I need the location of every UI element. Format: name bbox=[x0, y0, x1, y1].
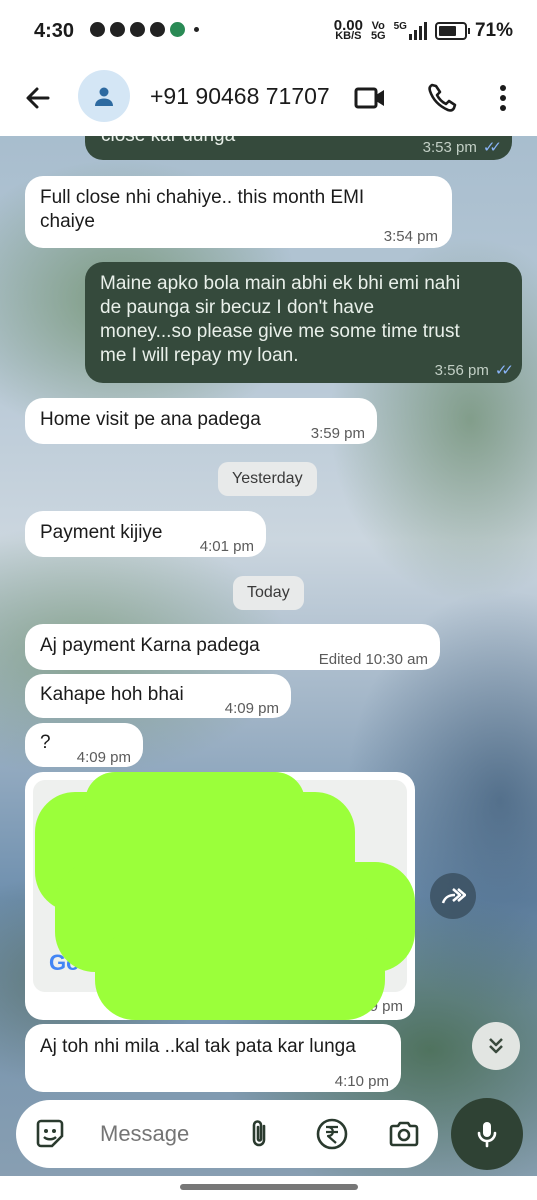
message-time: Edited 10:30 am bbox=[318, 651, 428, 668]
avatar[interactable] bbox=[78, 70, 130, 122]
message-time: 4:09 pm bbox=[224, 700, 279, 717]
message-time: 3:56 pm ✓✓ bbox=[434, 359, 514, 383]
video-camera-icon bbox=[354, 87, 384, 109]
message-incoming[interactable]: Kahape hoh bhai 4:09 pm bbox=[25, 674, 291, 718]
message-text: Aj toh nhi mila ..kal tak pata kar lunga bbox=[40, 1036, 356, 1057]
signal-icon bbox=[408, 22, 427, 40]
sticker-icon bbox=[36, 1119, 64, 1148]
voice-call-button[interactable] bbox=[424, 80, 460, 116]
message-text: Payment kijiye bbox=[40, 522, 163, 543]
whatsapp-icon bbox=[110, 22, 125, 37]
volte-5g-label: 5G bbox=[370, 30, 386, 42]
payment-button[interactable] bbox=[314, 1116, 350, 1152]
message-input[interactable] bbox=[98, 1120, 252, 1148]
home-gesture-handle[interactable] bbox=[180, 1184, 358, 1190]
attach-button[interactable] bbox=[242, 1116, 278, 1152]
battery-percent: 71% bbox=[474, 20, 513, 41]
double-chevron-down-icon bbox=[489, 1038, 503, 1054]
camera-icon bbox=[389, 1121, 419, 1147]
voice-message-button[interactable] bbox=[451, 1098, 523, 1170]
system-nav-bar bbox=[0, 1176, 537, 1200]
paperclip-icon bbox=[252, 1120, 266, 1147]
more-notifications-dot-icon bbox=[194, 27, 199, 32]
conversation-header: +91 90468 71707 bbox=[0, 62, 537, 136]
message-time: 4:09 pm bbox=[76, 749, 131, 766]
redaction-scribble bbox=[85, 772, 305, 832]
message-time: 3:54 pm bbox=[383, 228, 438, 245]
snapchat-icon bbox=[90, 22, 105, 37]
phone-icon bbox=[428, 83, 457, 112]
scroll-to-bottom-button[interactable] bbox=[472, 1022, 520, 1070]
camera-button[interactable] bbox=[386, 1116, 422, 1152]
message-text: Full close nhi chahiye.. this month EMI … bbox=[40, 187, 365, 232]
read-receipt-icon: ✓✓ bbox=[494, 362, 514, 379]
message-composer bbox=[16, 1100, 438, 1168]
message-incoming[interactable]: Aj payment Karna padega Edited 10:30 am bbox=[25, 624, 440, 670]
person-icon bbox=[95, 87, 113, 106]
network-type: 5G bbox=[393, 21, 407, 32]
network-speed: 0.00 KB/S bbox=[334, 18, 363, 42]
app-notification-icon bbox=[150, 22, 165, 37]
date-divider: Today bbox=[233, 576, 304, 610]
microphone-icon bbox=[477, 1122, 497, 1148]
message-text: ? bbox=[40, 732, 51, 753]
volte-indicator: Vo 5G bbox=[370, 21, 386, 42]
app-notification-icon bbox=[170, 22, 185, 37]
message-incoming[interactable]: Home visit pe ana padega 3:59 pm bbox=[25, 398, 377, 444]
back-arrow-icon bbox=[26, 87, 50, 109]
status-right: 0.00 KB/S Vo 5G 5G 71% bbox=[334, 18, 513, 42]
back-button[interactable] bbox=[20, 80, 56, 116]
read-receipt-icon: ✓✓ bbox=[482, 139, 502, 156]
message-outgoing[interactable]: Maine apko bola main abhi ek bhi emi nah… bbox=[85, 262, 522, 383]
message-incoming[interactable]: Full close nhi chahiye.. this month EMI … bbox=[25, 176, 452, 248]
message-text: Kahape hoh bhai bbox=[40, 684, 184, 705]
notification-icons bbox=[90, 22, 199, 37]
message-outgoing[interactable]: close kar dunga 3:53 pm ✓✓ bbox=[85, 136, 512, 160]
message-incoming[interactable]: ? 4:09 pm bbox=[25, 723, 143, 767]
status-bar: 4:30 0.00 KB/S Vo 5G 5G 71% bbox=[0, 0, 537, 62]
sticker-button[interactable] bbox=[32, 1116, 68, 1152]
message-time-text: 3:53 pm bbox=[422, 139, 477, 156]
net-speed-unit: KB/S bbox=[335, 30, 362, 42]
location-message[interactable]: Go 4:09 pm bbox=[25, 772, 415, 1020]
battery-icon bbox=[434, 22, 470, 40]
message-time: 3:59 pm bbox=[310, 425, 365, 442]
forward-button[interactable] bbox=[430, 873, 476, 919]
message-time-text: 3:56 pm bbox=[434, 362, 489, 379]
messages-icon bbox=[130, 22, 145, 37]
message-text: close kar dunga bbox=[101, 136, 235, 148]
message-time: 4:10 pm bbox=[334, 1073, 389, 1090]
message-time: 3:53 pm ✓✓ bbox=[422, 136, 502, 160]
date-divider: Yesterday bbox=[218, 462, 317, 496]
signal-group: 5G bbox=[394, 22, 427, 40]
message-incoming[interactable]: Aj toh nhi mila ..kal tak pata kar lunga… bbox=[25, 1024, 401, 1092]
message-list[interactable]: close kar dunga 3:53 pm ✓✓ Full close nhi… bbox=[0, 136, 537, 1096]
more-options-button[interactable] bbox=[488, 80, 518, 116]
contact-name[interactable]: +91 90468 71707 bbox=[150, 83, 330, 110]
message-incoming[interactable]: Payment kijiye 4:01 pm bbox=[25, 511, 266, 557]
status-time: 4:30 bbox=[34, 20, 75, 42]
more-vert-icon bbox=[500, 85, 506, 111]
message-time: 4:01 pm bbox=[199, 538, 254, 555]
message-text: Aj payment Karna padega bbox=[40, 635, 260, 656]
message-text: Home visit pe ana padega bbox=[40, 409, 261, 430]
message-text: Maine apko bola main abhi ek bhi emi nah… bbox=[100, 273, 461, 366]
redaction-scribble bbox=[95, 932, 385, 1020]
forward-icon bbox=[441, 888, 466, 904]
rupee-icon bbox=[316, 1118, 348, 1150]
video-call-button[interactable] bbox=[352, 80, 388, 116]
